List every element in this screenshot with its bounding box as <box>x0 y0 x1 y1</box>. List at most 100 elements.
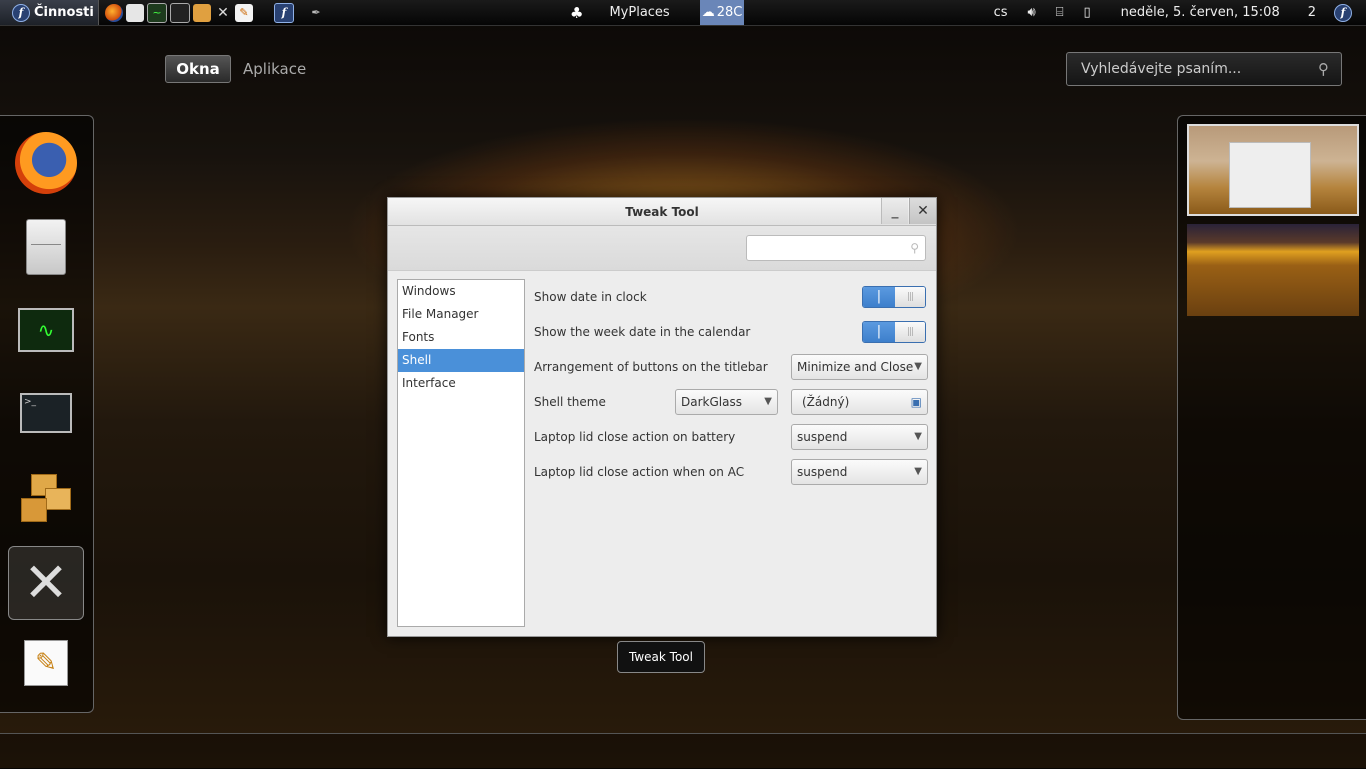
weather-temperature: 28C <box>716 5 743 20</box>
select-value: DarkGlass <box>681 394 742 409</box>
select-value: Minimize and Close <box>797 359 914 374</box>
battery-icon[interactable]: ▯ <box>1084 5 1091 20</box>
settings-search-input[interactable]: ⚲ <box>746 235 926 261</box>
shell-theme-file-chooser[interactable]: (Žádný) ▣ <box>791 388 928 415</box>
settings-panel: Show date in clock | ||| Show the week d… <box>534 279 928 489</box>
quick-launch: ~ ✕ ✎ f ✒ <box>105 2 325 23</box>
panel-center: ♣ MyPlaces ☁ 28C <box>570 0 745 25</box>
system-monitor-icon[interactable]: ~ <box>147 2 167 23</box>
setting-label: Show the week date in the calendar <box>534 324 751 339</box>
setting-row: Show the week date in the calendar | ||| <box>534 314 928 349</box>
chevron-down-icon: ▼ <box>914 361 922 372</box>
toggle-on-mark: | <box>863 286 895 307</box>
firefox-icon <box>15 132 77 194</box>
file-cabinet-icon <box>26 219 66 275</box>
terminal-icon[interactable] <box>170 2 190 23</box>
window-toolbar: ⚲ <box>388 226 936 271</box>
setting-row: Laptop lid close action when on AC suspe… <box>534 454 928 489</box>
lid-ac-select[interactable]: suspend ▼ <box>791 458 928 485</box>
setting-label: Arrangement of buttons on the titlebar <box>534 359 768 374</box>
workspace-window-preview[interactable] <box>1229 142 1311 208</box>
gnome-foot-icon: ♣ <box>570 3 584 22</box>
category-shell[interactable]: Shell <box>398 349 524 372</box>
category-fonts[interactable]: Fonts <box>398 326 524 349</box>
setting-row: Laptop lid close action on battery suspe… <box>534 419 928 454</box>
packages-icon[interactable] <box>193 3 211 22</box>
tweak-tool-window[interactable]: Tweak Tool _ ✕ ⚲ Windows File Manager Fo… <box>387 197 937 637</box>
select-value: suspend <box>797 464 848 479</box>
category-interface[interactable]: Interface <box>398 372 524 395</box>
user-menu-fedora-icon[interactable]: f <box>1334 3 1352 22</box>
folder-icon: ▣ <box>910 394 922 409</box>
overview-search[interactable]: Vyhledávejte psaním... ⚲ <box>1066 52 1342 86</box>
setting-label: Laptop lid close action when on AC <box>534 464 745 479</box>
dash-packages[interactable] <box>8 461 84 535</box>
dash-tweak-tool[interactable]: ✕ <box>8 546 84 620</box>
minimize-button[interactable]: _ <box>881 198 908 224</box>
dash-terminal[interactable]: >_ <box>8 376 84 450</box>
setting-row: Shell theme DarkGlass ▼ (Žádný) ▣ <box>534 384 928 419</box>
setting-row: Show date in clock | ||| <box>534 279 928 314</box>
windows-view-button[interactable]: Okna <box>165 55 231 83</box>
dash-file-manager[interactable] <box>8 210 84 284</box>
window-title: Tweak Tool <box>625 204 699 219</box>
window-caption-tooltip: Tweak Tool <box>617 641 705 673</box>
category-windows[interactable]: Windows <box>398 280 524 303</box>
weather-applet[interactable]: ☁ 28C <box>699 0 745 25</box>
terminal-icon: >_ <box>20 393 72 433</box>
close-button[interactable]: ✕ <box>909 198 936 224</box>
system-monitor-icon: ∿ <box>18 308 74 352</box>
dash: ∿ >_ ✕ ✎ <box>0 115 94 713</box>
setting-label: Show date in clock <box>534 289 647 304</box>
chevron-down-icon: ▼ <box>764 396 772 407</box>
activities-button[interactable]: f Činnosti <box>0 0 99 25</box>
setting-row: Arrangement of buttons on the titlebar M… <box>534 349 928 384</box>
toggle-knob: ||| <box>895 286 925 307</box>
app-menu-title[interactable]: MyPlaces <box>609 5 669 20</box>
firefox-icon[interactable] <box>105 3 123 22</box>
shell-theme-select[interactable]: DarkGlass ▼ <box>675 388 778 415</box>
dash-firefox[interactable] <box>8 126 84 200</box>
applications-view-button[interactable]: Aplikace <box>243 55 306 83</box>
search-input[interactable]: Vyhledávejte psaním... <box>1081 61 1241 77</box>
workspace-thumbnail-1[interactable] <box>1187 124 1359 216</box>
text-editor-icon[interactable]: ✎ <box>235 3 253 22</box>
tools-icon: ✕ <box>23 551 69 614</box>
activities-label: Činnosti <box>34 5 94 20</box>
file-chooser-value: (Žádný) <box>802 394 850 409</box>
show-date-toggle[interactable]: | ||| <box>862 285 926 308</box>
network-icon[interactable]: ⌸ <box>1056 5 1064 20</box>
clock[interactable]: neděle, 5. červen, 15:08 <box>1121 5 1280 20</box>
volume-icon[interactable]: 🔊︎ <box>1028 5 1036 20</box>
setting-label: Shell theme <box>534 394 606 409</box>
dash-text-editor[interactable]: ✎ <box>8 626 84 700</box>
button-arrangement-select[interactable]: Minimize and Close ▼ <box>791 353 928 380</box>
top-panel: f Činnosti ~ ✕ ✎ f ✒ ♣ MyPlaces ☁ 28C cs… <box>0 0 1366 26</box>
keyboard-layout[interactable]: cs <box>994 5 1008 20</box>
workspace-switcher <box>1177 115 1366 720</box>
packages-icon <box>21 474 71 522</box>
message-tray <box>0 733 1366 769</box>
workspace-indicator[interactable]: 2 <box>1308 5 1316 20</box>
chevron-down-icon: ▼ <box>914 466 922 477</box>
chevron-down-icon: ▼ <box>914 431 922 442</box>
dash-system-monitor[interactable]: ∿ <box>8 293 84 367</box>
window-titlebar[interactable]: Tweak Tool _ ✕ <box>388 198 936 226</box>
select-value: suspend <box>797 429 848 444</box>
fedora-icon[interactable]: f <box>274 2 294 23</box>
setting-label: Laptop lid close action on battery <box>534 429 736 444</box>
lid-battery-select[interactable]: suspend ▼ <box>791 423 928 450</box>
file-cabinet-icon[interactable] <box>126 3 144 22</box>
panel-status-area: cs 🔊︎ ⌸ ▯ neděle, 5. červen, 15:08 2 f <box>984 0 1366 25</box>
show-week-toggle[interactable]: | ||| <box>862 320 926 343</box>
category-list: Windows File Manager Fonts Shell Interfa… <box>397 279 525 627</box>
toggle-on-mark: | <box>863 321 895 342</box>
toggle-knob: ||| <box>895 321 925 342</box>
fedora-logo-icon: f <box>12 3 30 22</box>
text-editor-icon: ✎ <box>24 640 68 686</box>
search-icon: ⚲ <box>910 241 919 255</box>
workspace-thumbnail-2[interactable] <box>1187 224 1359 316</box>
tools-icon[interactable]: ✕ <box>214 4 232 22</box>
pen-icon[interactable]: ✒ <box>307 4 325 22</box>
category-file-manager[interactable]: File Manager <box>398 303 524 326</box>
